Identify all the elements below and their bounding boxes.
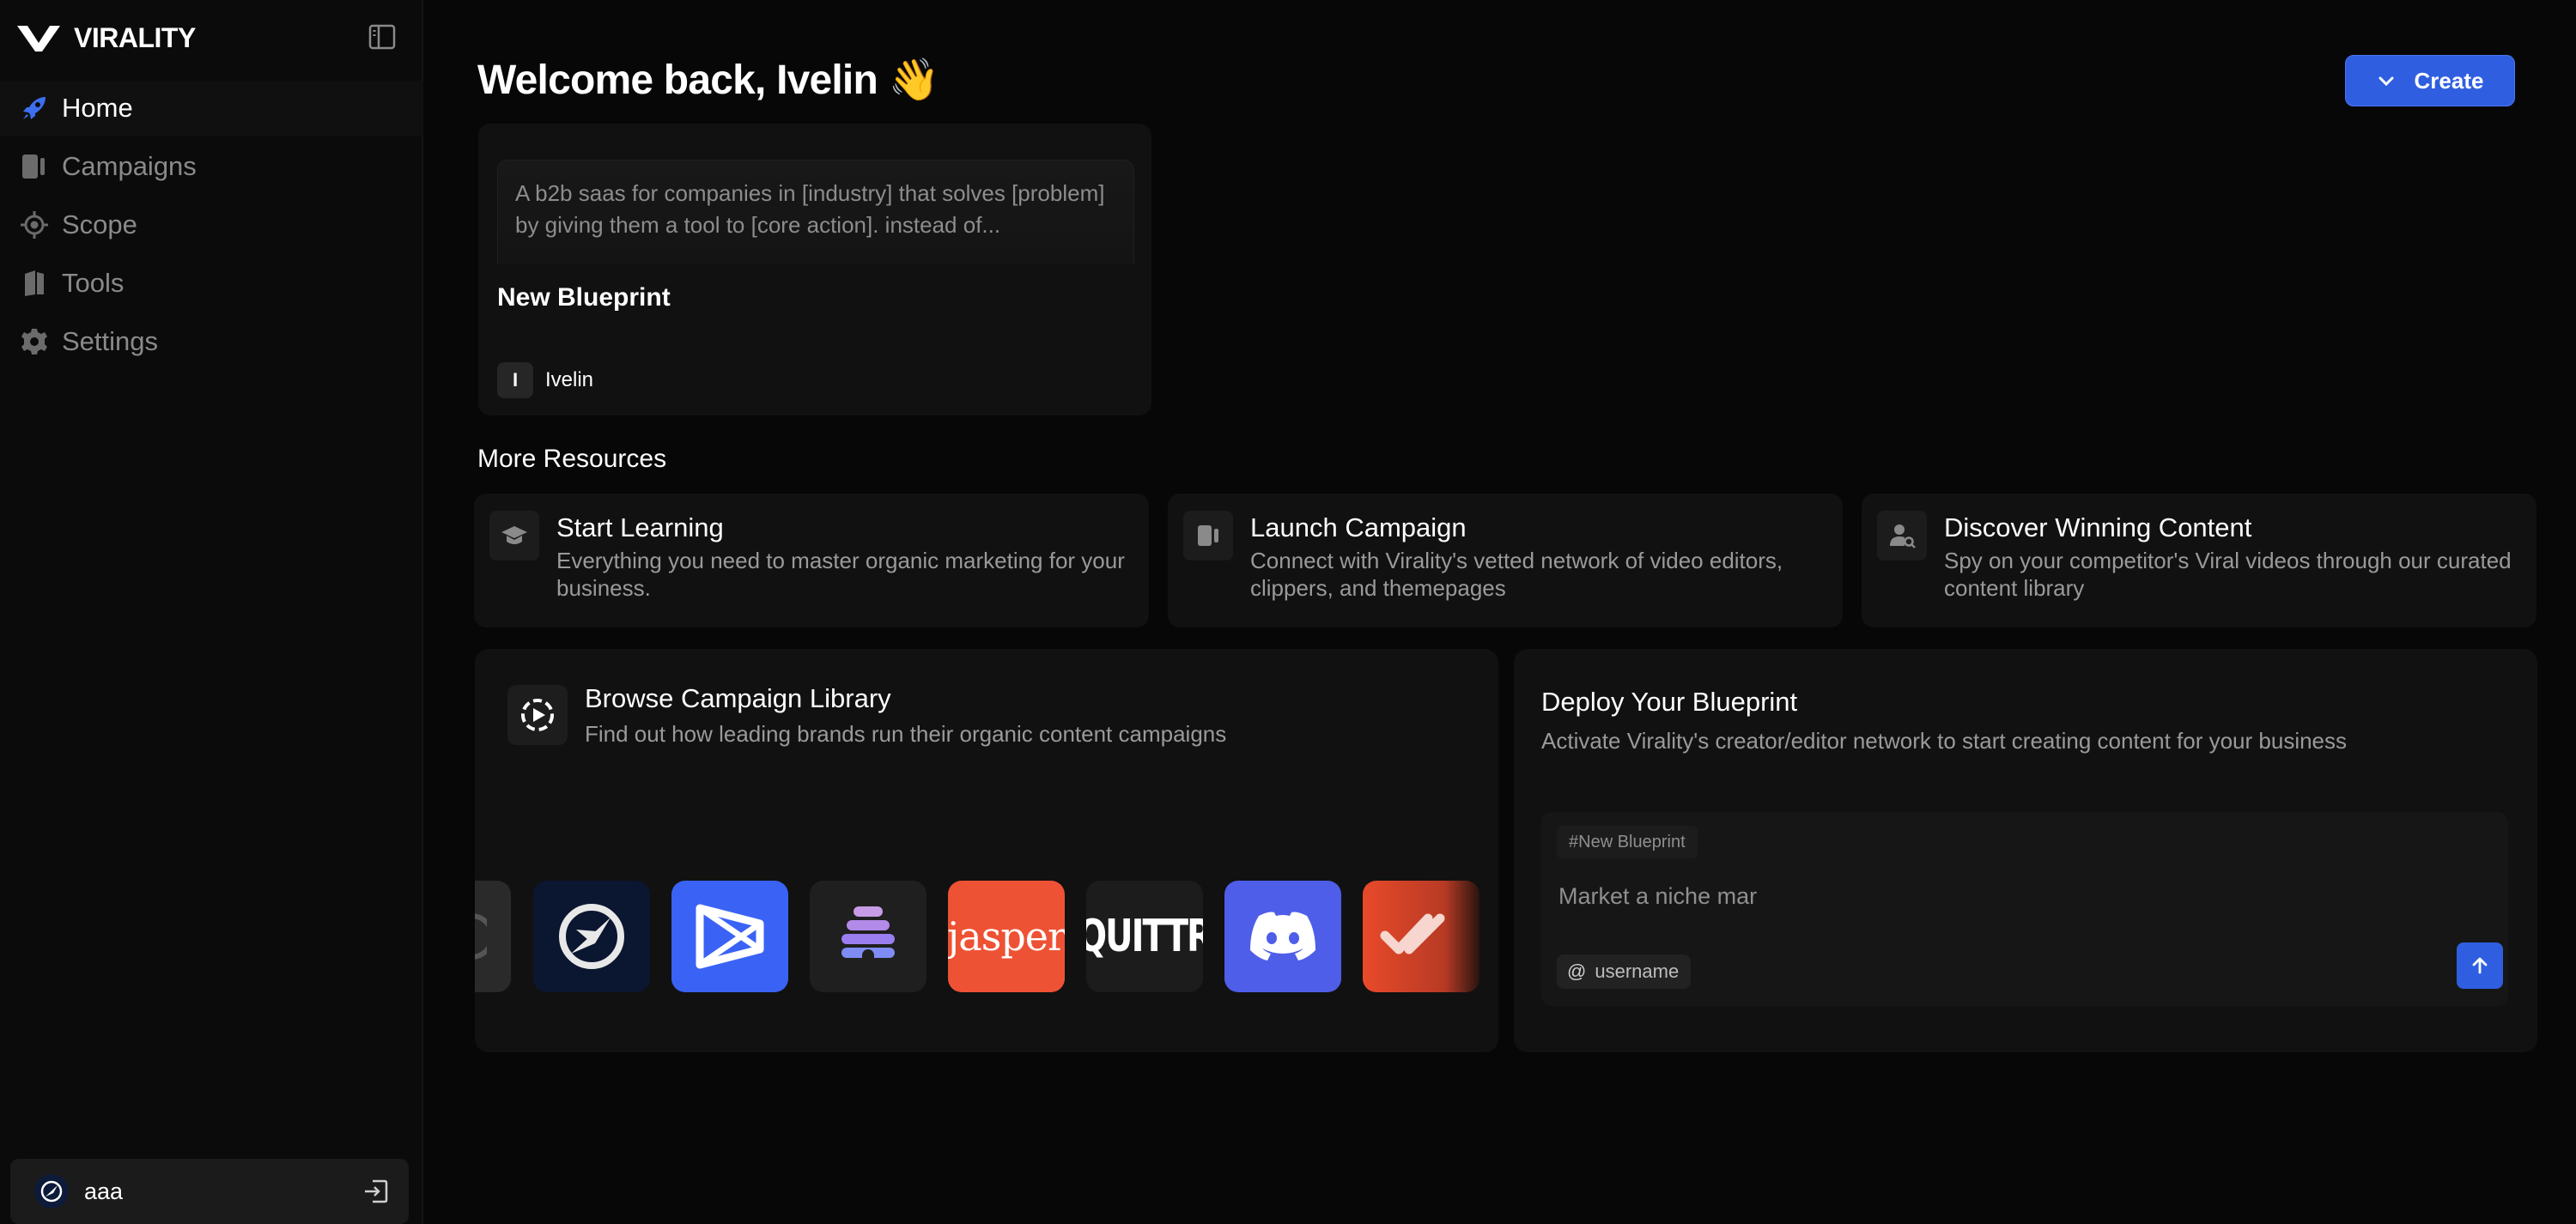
blueprint-composer: #New Blueprint @ username (1541, 812, 2508, 1006)
sidebar-item-tools[interactable]: Tools (0, 256, 423, 311)
blueprint-owner: I Ivelin (497, 362, 593, 398)
owner-name: Ivelin (545, 368, 594, 391)
at-sign-icon: @ (1567, 960, 1587, 982)
sidebar-item-settings[interactable]: Settings (0, 314, 423, 369)
rocket-icon (19, 93, 50, 124)
account-name: aaa (84, 1178, 124, 1204)
sidebar-item-label: Home (62, 93, 133, 123)
owner-avatar: I (497, 362, 533, 398)
deploy-desc: Activate Virality's creator/editor netwo… (1541, 728, 2348, 754)
blueprint-tag[interactable]: #New Blueprint (1557, 826, 1698, 858)
logout-icon[interactable] (362, 1178, 390, 1205)
sidebar-item-label: Settings (62, 326, 159, 356)
sidebar-item-label: Tools (62, 268, 125, 298)
brand-tile-hive[interactable] (810, 881, 927, 992)
avatar (34, 1174, 69, 1209)
sidebar-item-campaigns[interactable]: Campaigns (0, 139, 423, 194)
sidebar-item-home[interactable]: Home (0, 81, 423, 136)
brand-tile-jasper[interactable]: jasper (948, 881, 1065, 992)
account-logo-icon (40, 1180, 63, 1203)
account-switcher[interactable]: aaa (10, 1159, 409, 1224)
resource-title: Launch Campaign (1250, 512, 1467, 542)
user-search-icon (1877, 511, 1927, 560)
resource-desc: Connect with Virality's vetted network o… (1250, 548, 1783, 601)
quittr-logo-text: QUITTR (1086, 911, 1203, 962)
jasper-logo-text: jasper (948, 913, 1065, 960)
campaign-icon (19, 151, 50, 182)
sidebar-item-scope[interactable]: Scope (0, 197, 423, 252)
more-resources-heading: More Resources (477, 445, 667, 473)
library-title: Browse Campaign Library (585, 683, 891, 713)
resource-title: Start Learning (556, 512, 724, 542)
sidebar-item-label: Campaigns (62, 151, 197, 181)
send-button[interactable] (2457, 942, 2503, 989)
graduation-cap-icon (489, 511, 539, 560)
sidebar-nav: Home Campaigns Scope Tools Settings (0, 81, 423, 373)
library-desc: Find out how leading brands run their or… (585, 721, 1227, 747)
campaign-library-card[interactable]: Browse Campaign Library Find out how lea… (475, 649, 1498, 1052)
resource-title: Discover Winning Content (1944, 512, 2252, 542)
virality-logo-icon (17, 26, 60, 52)
blueprint-preview: A b2b saas for companies in [industry] t… (497, 160, 1134, 264)
deploy-title: Deploy Your Blueprint (1541, 687, 1798, 717)
page-title: Welcome back, Ivelin 👋 (477, 58, 939, 103)
tools-icon (19, 268, 50, 299)
brand[interactable]: VIRALITY (15, 19, 196, 57)
arrow-up-icon (2472, 957, 2488, 974)
resource-discover-content[interactable]: Discover Winning Content Spy on your com… (1862, 494, 2537, 627)
blueprint-card[interactable]: A b2b saas for companies in [industry] t… (478, 124, 1151, 415)
resource-start-learning[interactable]: Start Learning Everything you need to ma… (474, 494, 1149, 627)
virality-plane-logo-icon (559, 904, 624, 969)
create-button-label: Create (2414, 67, 2484, 94)
campaign-icon (1183, 511, 1233, 560)
brand-tile-quittr[interactable]: QUITTR (1086, 881, 1203, 992)
brand-logo-carousel: jasper QUITTR (475, 881, 1498, 992)
create-button[interactable]: Create (2345, 55, 2515, 106)
main-content: Welcome back, Ivelin 👋 Create A b2b saas… (425, 0, 2576, 1224)
gear-icon (19, 326, 50, 357)
sidebar-item-label: Scope (62, 209, 137, 239)
brand-tile-blue[interactable] (671, 881, 788, 992)
blueprint-prompt-input[interactable] (1558, 877, 2417, 915)
brand-tile-virality[interactable] (533, 881, 650, 992)
brand-logo-icon (475, 913, 487, 960)
deploy-blueprint-card: Deploy Your Blueprint Activate Virality'… (1514, 649, 2537, 1052)
resource-launch-campaign[interactable]: Launch Campaign Connect with Virality's … (1168, 494, 1843, 627)
mention-label: username (1595, 960, 1680, 982)
chevron-down-icon (2379, 76, 2394, 87)
mention-username-chip[interactable]: @ username (1557, 954, 1692, 989)
brand-name: VIRALITY (74, 21, 196, 53)
double-check-logo-icon (1380, 913, 1445, 954)
brand-tile-red[interactable] (1363, 881, 1479, 992)
resource-desc: Spy on your competitor's Viral videos th… (1944, 548, 2512, 601)
blueprint-title: New Blueprint (497, 283, 671, 312)
brand-tile-discord[interactable] (1224, 881, 1341, 992)
brand-tile-partial[interactable] (475, 881, 511, 992)
bow-logo-icon (696, 904, 764, 969)
sidebar: VIRALITY Home Campaigns Scope Tools Sett… (0, 0, 423, 1224)
resource-desc: Everything you need to master organic ma… (556, 548, 1125, 601)
sidebar-toggle-icon[interactable] (368, 22, 397, 52)
film-reel-icon (507, 685, 568, 745)
beehive-logo-icon (841, 906, 895, 968)
scope-icon (19, 209, 50, 240)
discord-logo-icon (1250, 912, 1315, 960)
